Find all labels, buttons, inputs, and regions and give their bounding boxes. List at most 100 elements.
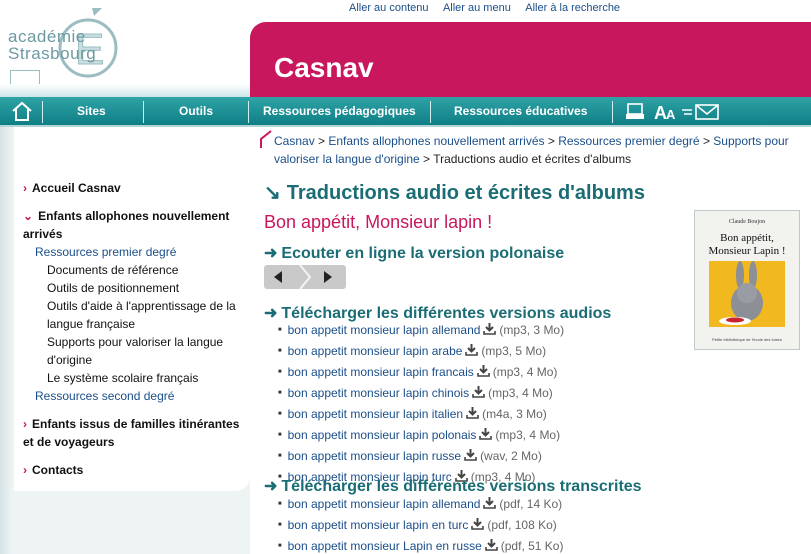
file-list-item: bon appetit monsieur lapin russe (wav, 2 … <box>278 447 564 468</box>
skip-to-menu-link[interactable]: Aller au menu <box>443 2 511 14</box>
sidebar-item-documents-reference[interactable]: Documents de référence <box>47 261 247 279</box>
print-icon[interactable] <box>626 103 644 119</box>
file-download-link[interactable]: bon appetit monsieur lapin allemand <box>288 497 481 511</box>
font-size-icon[interactable]: A A <box>654 103 676 122</box>
sidebar-item-label: Enfants allophones nouvellement arrivés <box>23 209 230 241</box>
sidebar-item-systeme-scolaire[interactable]: Le système scolaire français <box>47 369 247 387</box>
file-meta: (mp3, 4 Mo) <box>492 365 558 379</box>
sidebar-item-label: Enfants issus de familles itinérantes et… <box>23 417 240 449</box>
nav-separator <box>430 101 431 123</box>
site-title[interactable]: Casnav <box>274 52 374 84</box>
download-icon[interactable] <box>472 386 485 398</box>
cover-author: Claude Boujon <box>729 219 765 225</box>
logo-line-2: Strasbourg <box>8 44 97 63</box>
file-meta: (mp3, 4 Mo) <box>495 428 561 442</box>
chevron-right-icon: › <box>23 463 27 477</box>
file-meta: (wav, 2 Mo) <box>480 449 542 463</box>
arrow-right-icon: ➜ <box>264 478 278 495</box>
download-icon[interactable] <box>483 323 497 335</box>
audio-downloads-heading: ➜ Télécharger les différentes versions au… <box>264 303 611 323</box>
download-icon[interactable] <box>484 539 498 551</box>
file-meta: (mp3, 5 Mo) <box>481 344 547 358</box>
sidebar-item-ressources-premier-degre[interactable]: Ressources premier degré <box>35 243 176 261</box>
file-download-link[interactable]: bon appetit monsieur lapin arabe <box>288 344 463 358</box>
sidebar-item-familles-itinerantes[interactable]: › Enfants issus de familles itinérantes e… <box>23 415 245 451</box>
file-meta: (mp3, 4 Mo) <box>488 386 553 400</box>
download-icon[interactable] <box>471 518 485 530</box>
listen-heading: ➜ Ecouter en ligne la version polonaise <box>264 243 564 263</box>
nav-separator <box>143 101 144 123</box>
academy-logo-text: académie Strasbourg <box>8 28 96 62</box>
file-meta: (m4a, 3 Mo) <box>482 407 547 421</box>
skip-links: Aller au contenu Aller au menu Aller à l… <box>349 2 632 14</box>
download-icon[interactable] <box>483 497 497 509</box>
breadcrumb-link[interactable]: Casnav <box>274 134 315 148</box>
file-meta: (pdf, 51 Ko) <box>500 539 564 553</box>
file-download-link[interactable]: bon appetit monsieur Lapin en russe <box>288 539 482 553</box>
file-list-item: bon appetit monsieur Lapin en russe (pdf,… <box>278 537 563 554</box>
download-icon[interactable] <box>479 428 493 440</box>
sidebar-item-ressources-second-degre[interactable]: Ressources second degré <box>35 387 174 405</box>
file-download-link[interactable]: bon appetit monsieur lapin chinois <box>288 386 469 400</box>
download-icon[interactable] <box>466 407 479 419</box>
book-cover-image: Claude Boujon Bon appétit, Monsieur Lapi… <box>694 210 800 350</box>
play-icon[interactable] <box>324 271 332 283</box>
file-download-link[interactable]: bon appetit monsieur lapin en turc <box>288 518 469 532</box>
nav-separator <box>42 101 43 123</box>
nav-ressources-educatives[interactable]: Ressources éducatives <box>454 104 587 118</box>
sidebar-item-enfants-allophones[interactable]: ⌄ Enfants allophones nouvellement arrivés <box>23 207 238 243</box>
listen-heading-text: Ecouter en ligne la version polonaise <box>281 245 565 262</box>
nav-outils[interactable]: Outils <box>179 104 213 118</box>
nav-separator <box>612 101 613 123</box>
file-download-link[interactable]: bon appetit monsieur lapin italien <box>288 407 463 421</box>
sidebar-item-supports-langue[interactable]: Supports pour valoriser la langue d'orig… <box>47 333 247 369</box>
audio-file-list: bon appetit monsieur lapin allemand(mp3,… <box>278 321 564 489</box>
album-title: Bon appétit, Monsieur lapin ! <box>264 212 493 232</box>
transcript-heading-text: Télécharger les différentes versions tra… <box>281 478 642 495</box>
sidebar-item-accueil[interactable]: › Accueil Casnav <box>23 179 121 197</box>
svg-text:A: A <box>666 107 676 122</box>
page-title: ↘ Traductions audio et écrites d'albums <box>264 180 645 205</box>
sidebar-item-contacts[interactable]: › Contacts <box>23 461 83 479</box>
download-icon[interactable] <box>464 449 477 461</box>
cover-title-line: Monsieur Lapin ! <box>709 245 786 257</box>
transcript-file-list: bon appetit monsieur lapin allemand (pdf,… <box>278 495 563 554</box>
file-download-link[interactable]: bon appetit monsieur lapin russe <box>288 449 461 463</box>
nav-tools: A A <box>626 103 719 122</box>
email-icon[interactable] <box>682 104 719 120</box>
arrow-right-icon: ➜ <box>264 245 278 262</box>
skip-to-content-link[interactable]: Aller au contenu <box>349 2 429 14</box>
chevron-right-icon: › <box>23 417 27 431</box>
file-list-item: bon appetit monsieur lapin allemand (pdf,… <box>278 495 563 516</box>
sidebar-item-outils-positionnement[interactable]: Outils de positionnement <box>47 279 247 297</box>
breadcrumb-link[interactable]: Enfants allophones nouvellement arrivés <box>328 134 544 148</box>
download-icon[interactable] <box>476 365 490 377</box>
previous-icon[interactable] <box>274 271 282 283</box>
nav-ressources-pedagogiques[interactable]: Ressources pédagogiques <box>263 104 416 118</box>
file-download-link[interactable]: bon appetit monsieur lapin francais <box>288 365 474 379</box>
logo-line-1: académie <box>8 27 86 46</box>
file-list-item: bon appetit monsieur lapin italien (m4a, … <box>278 405 564 426</box>
breadcrumb-link[interactable]: Ressources premier degré <box>558 134 699 148</box>
file-list-item: bon appetit monsieur lapin allemand (mp3,… <box>278 321 564 342</box>
nav-sites[interactable]: Sites <box>77 104 106 118</box>
file-download-link[interactable]: bon appetit monsieur lapin allemand <box>288 323 481 337</box>
skip-to-search-link[interactable]: Aller à la recherche <box>525 2 620 14</box>
download-icon[interactable] <box>465 344 479 356</box>
sidebar-item-outils-aide[interactable]: Outils d'aide à l'apprentissage de la la… <box>47 297 247 333</box>
page-title-text: Traductions audio et écrites d'albums <box>286 182 645 204</box>
cover-publisher: Petite bibliothèque de l'école des loisi… <box>712 337 782 342</box>
breadcrumb-current: Traductions audio et écrites d'albums <box>433 152 632 166</box>
chevron-down-icon: ⌄ <box>23 209 34 223</box>
home-icon[interactable] <box>10 100 34 122</box>
file-list-item: bon appetit monsieur lapin francais (mp3,… <box>278 363 564 384</box>
file-meta: (mp3, 3 Mo) <box>499 323 565 337</box>
file-list-item: bon appetit monsieur lapin en turc (pdf, … <box>278 516 563 537</box>
file-download-link[interactable]: bon appetit monsieur lapin polonais <box>288 428 477 442</box>
main-nav: Sites Outils Ressources pédagogiques Res… <box>0 97 811 127</box>
header-band: Casnav <box>250 22 811 97</box>
sidebar: › Accueil Casnav ⌄ Enfants allophones nouv… <box>14 127 250 491</box>
transcript-downloads-heading: ➜ Télécharger les différentes versions tr… <box>264 476 642 496</box>
audio-heading-text: Télécharger les différentes versions aud… <box>281 305 612 322</box>
arrow-right-icon: ➜ <box>264 305 278 322</box>
